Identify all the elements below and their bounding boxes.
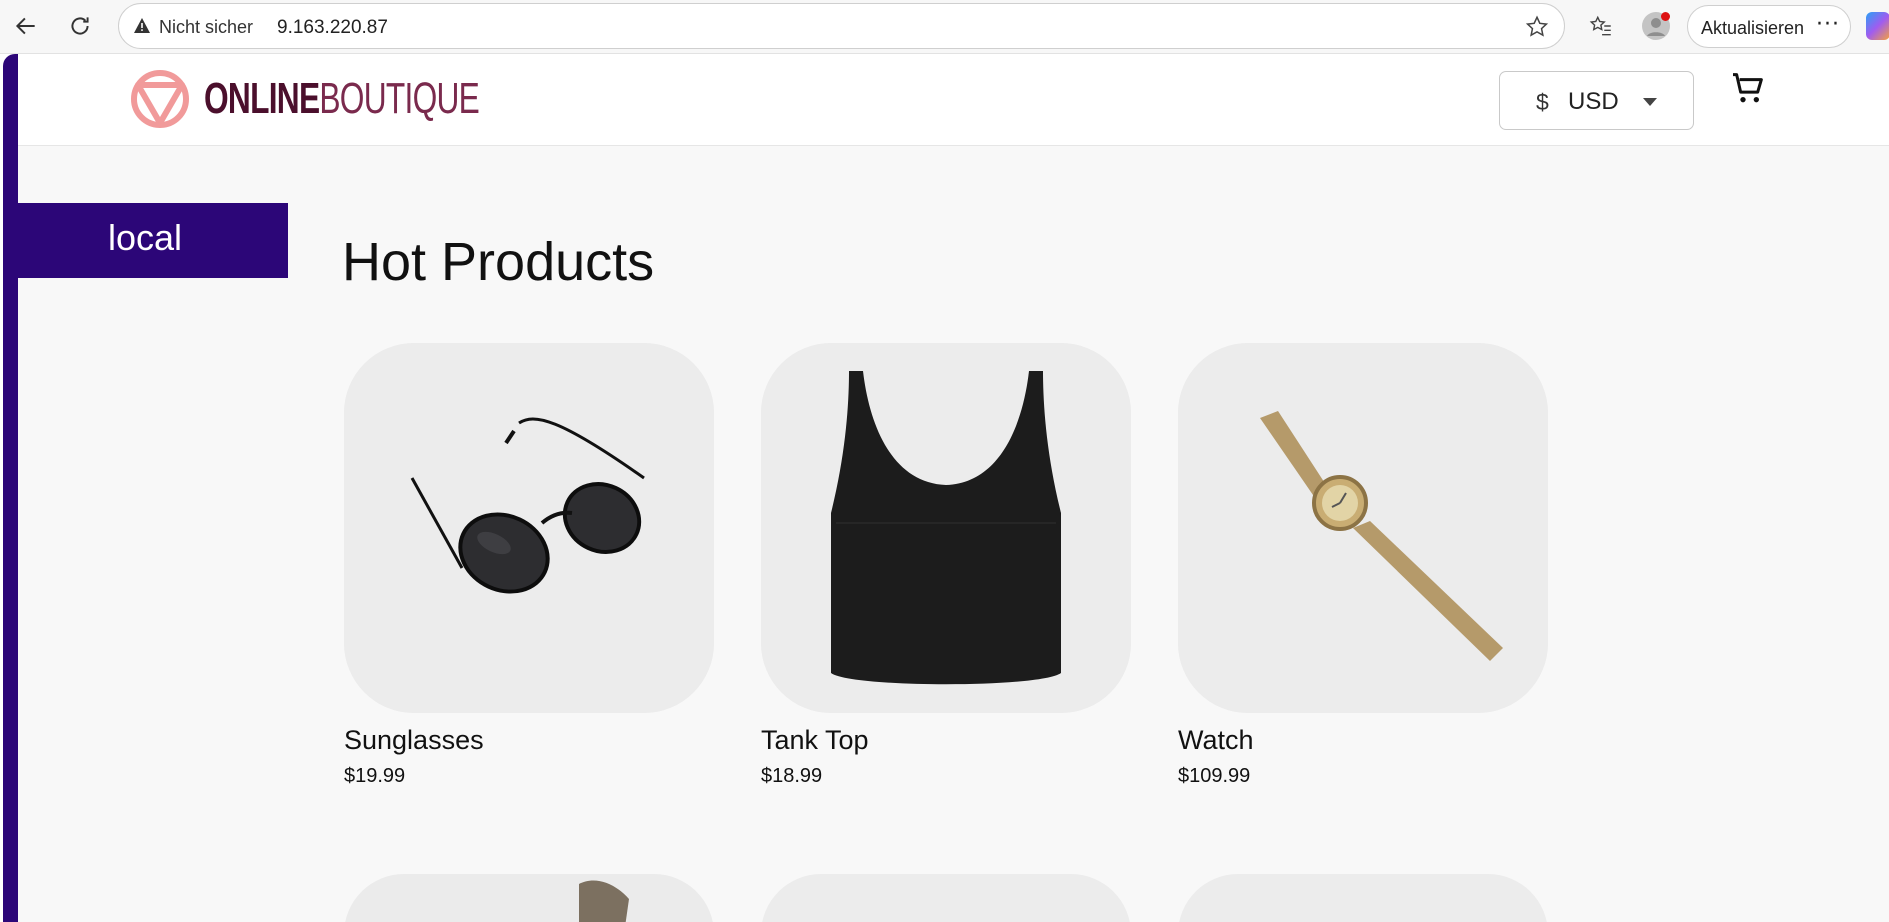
currency-value: USD xyxy=(1568,88,1619,115)
product-image[interactable] xyxy=(1178,874,1548,922)
product-price: $109.99 xyxy=(1178,765,1251,787)
more-options-icon[interactable]: ··· xyxy=(1816,12,1840,37)
url-text[interactable]: 9.163.220.87 xyxy=(277,17,388,39)
left-rail xyxy=(3,54,18,922)
product-card[interactable] xyxy=(1178,874,1548,922)
logo-icon[interactable] xyxy=(130,69,190,129)
shopping-cart-icon[interactable] xyxy=(1728,68,1768,108)
product-image-watch[interactable] xyxy=(1178,343,1548,713)
product-card[interactable] xyxy=(344,874,714,922)
product-card[interactable] xyxy=(761,874,1131,922)
section-title: Hot Products xyxy=(342,232,655,292)
product-image-tank-top[interactable] xyxy=(761,343,1131,713)
site-header: ONLINEBOUTIQUE $ USD xyxy=(18,54,1889,146)
product-card-tank-top[interactable]: Tank Top $18.99 xyxy=(761,343,1131,787)
product-price: $18.99 xyxy=(761,765,823,787)
environment-label: local xyxy=(107,217,183,258)
logo-text-light: BOUTIQUE xyxy=(319,74,480,123)
notification-dot xyxy=(1661,12,1670,21)
warning-icon xyxy=(133,17,151,35)
product-name[interactable]: Watch xyxy=(1178,725,1254,756)
security-status[interactable]: Nicht sicher xyxy=(159,17,253,38)
profile-avatar[interactable] xyxy=(1636,6,1676,46)
product-card-watch[interactable]: Watch $109.99 xyxy=(1178,343,1548,787)
logo-text-bold: ONLINE xyxy=(204,74,320,123)
reload-icon[interactable] xyxy=(60,6,100,46)
update-button[interactable]: Aktualisieren ··· xyxy=(1687,5,1851,48)
address-bar[interactable]: Nicht sicher 9.163.220.87 xyxy=(118,3,1565,49)
update-button-label: Aktualisieren xyxy=(1701,18,1805,38)
product-price: $19.99 xyxy=(344,765,406,787)
currency-symbol: $ xyxy=(1536,89,1549,115)
currency-selector[interactable]: $ USD xyxy=(1499,71,1694,130)
favorite-star-icon[interactable] xyxy=(1524,14,1550,40)
browser-toolbar: Nicht sicher 9.163.220.87 Aktualisieren … xyxy=(0,0,1889,54)
main-content: local Hot Products Sunglasses $19.99 Tan… xyxy=(18,146,1889,922)
product-image-sunglasses[interactable] xyxy=(344,343,714,713)
product-name[interactable]: Sunglasses xyxy=(344,725,484,756)
product-image[interactable] xyxy=(761,874,1131,922)
logo-text[interactable]: ONLINEBOUTIQUE xyxy=(204,74,480,124)
back-arrow-icon[interactable] xyxy=(6,6,46,46)
product-image[interactable] xyxy=(344,874,714,922)
product-name[interactable]: Tank Top xyxy=(761,725,869,756)
favorites-icon[interactable] xyxy=(1581,6,1621,46)
dropdown-arrow-icon xyxy=(1643,98,1657,106)
environment-badge: local xyxy=(18,203,288,278)
product-card-sunglasses[interactable]: Sunglasses $19.99 xyxy=(344,343,714,787)
copilot-icon[interactable] xyxy=(1866,12,1889,40)
